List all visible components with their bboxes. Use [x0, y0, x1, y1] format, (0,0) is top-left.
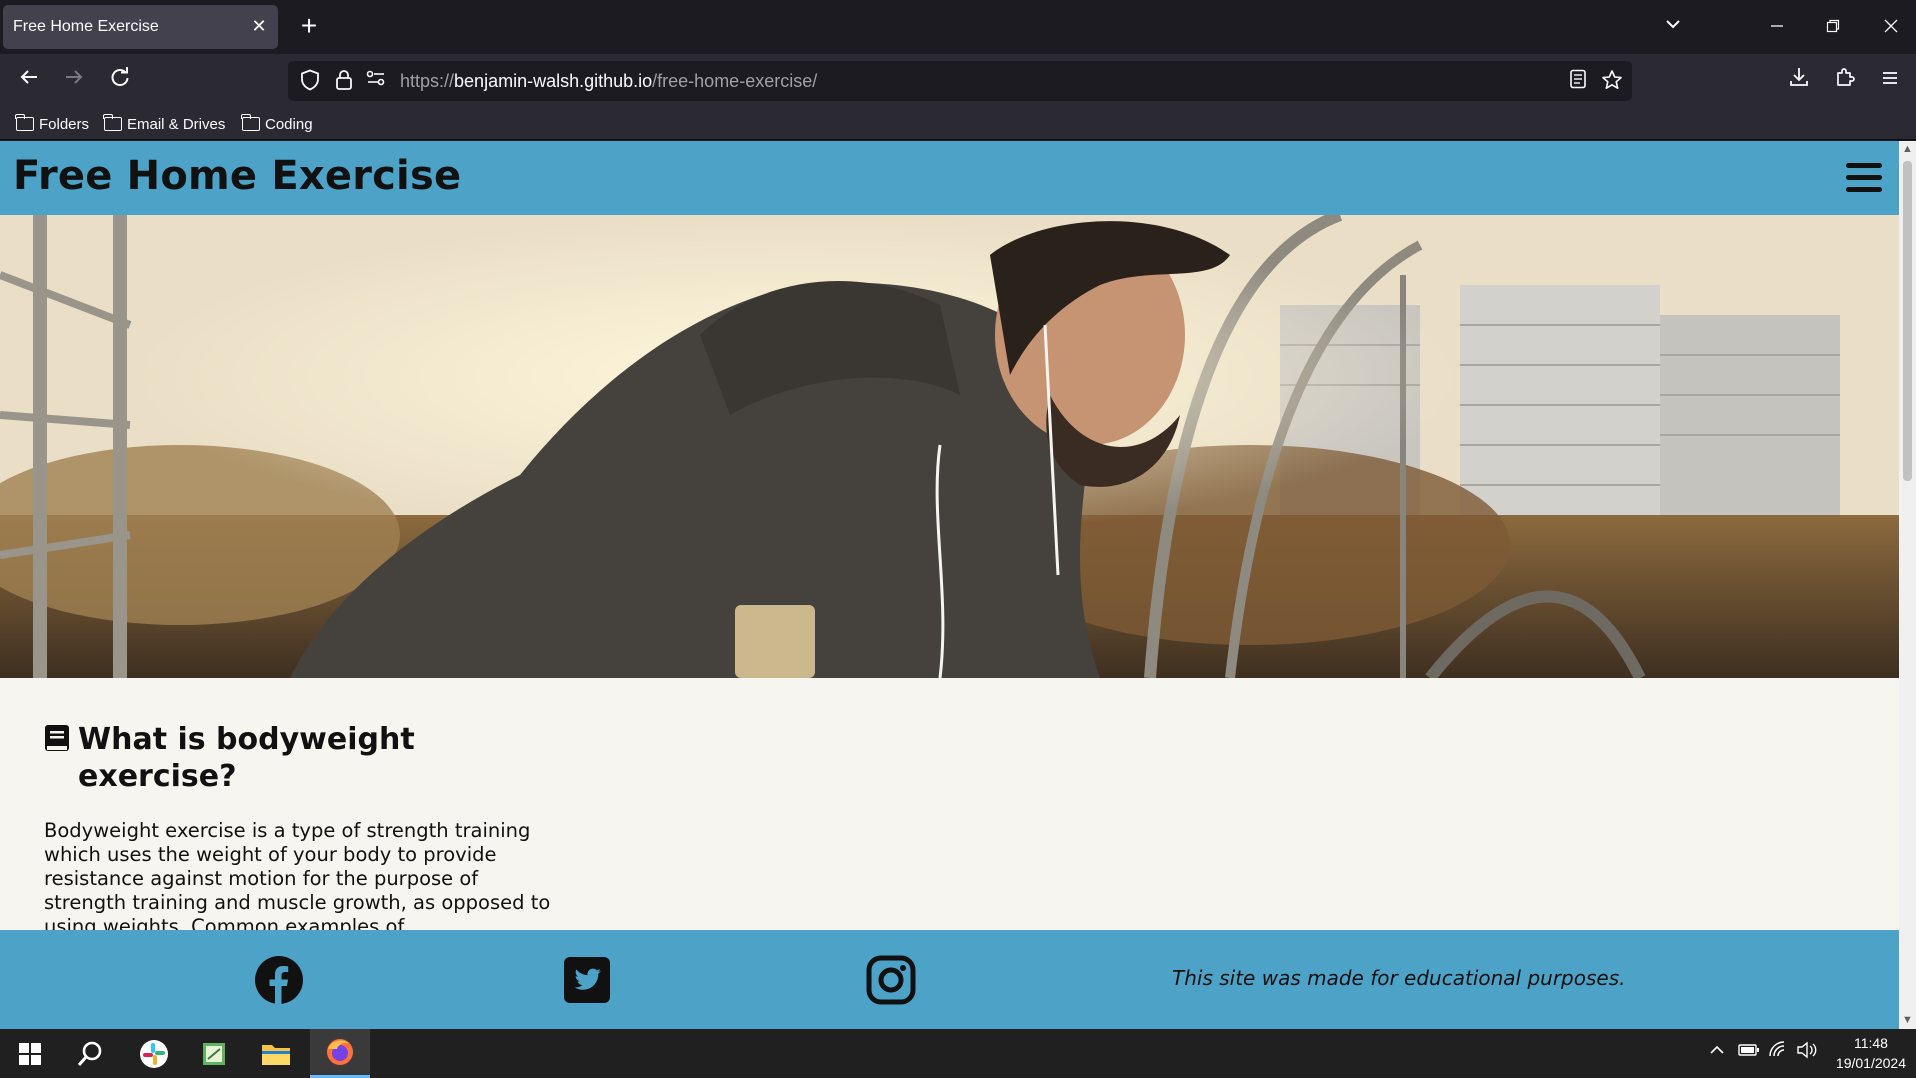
new-tab-button[interactable]: +: [292, 10, 326, 44]
facebook-icon[interactable]: [254, 955, 304, 1005]
menu-icon[interactable]: [1873, 64, 1907, 98]
restore-icon[interactable]: [1808, 8, 1858, 46]
bookmark-star-icon[interactable]: [1600, 69, 1624, 93]
firefox-icon[interactable]: [310, 1029, 370, 1078]
scroll-up-icon[interactable]: ▲: [1899, 141, 1916, 158]
reader-view-icon[interactable]: [1566, 69, 1590, 93]
tab-title: Free Home Exercise: [13, 18, 159, 35]
volume-icon[interactable]: [1796, 1041, 1818, 1063]
url-path: /free-home-exercise/: [652, 71, 818, 91]
taskbar: 11:48 19/01/2024: [0, 1029, 1916, 1078]
site-title[interactable]: Free Home Exercise: [13, 153, 461, 199]
reload-icon[interactable]: [103, 64, 137, 98]
bookmarks-toolbar: Folders Email & Drives Coding: [0, 108, 1916, 140]
url-scheme: https://: [400, 71, 455, 91]
forward-icon[interactable]: [57, 64, 91, 98]
battery-icon[interactable]: [1738, 1041, 1760, 1063]
hamburger-menu-icon[interactable]: [1846, 163, 1882, 193]
site-header: Free Home Exercise: [0, 141, 1899, 215]
show-hidden-icons-icon[interactable]: [1708, 1041, 1726, 1063]
folder-icon: [103, 114, 122, 131]
tab-close-icon[interactable]: ✕: [248, 15, 270, 37]
site-footer: This site was made for educational purpo…: [0, 930, 1899, 1029]
shield-icon[interactable]: [298, 69, 322, 93]
folder-icon: [241, 114, 260, 131]
bookmark-label: Email & Drives: [127, 115, 226, 133]
bookmark-folders[interactable]: Folders: [15, 113, 90, 135]
page-viewport: Free Home Exercise What is bodyweight ex…: [0, 141, 1916, 1029]
clock-time: 11:48: [1853, 1035, 1888, 1051]
clock-date: 19/01/2024: [1835, 1055, 1906, 1071]
network-icon[interactable]: [1768, 1041, 1788, 1063]
intro-section: What is bodyweight exercise? Bodyweight …: [44, 721, 564, 939]
back-icon[interactable]: [12, 64, 46, 98]
footer-note: This site was made for educational purpo…: [1172, 966, 1626, 990]
minimize-icon[interactable]: [1752, 8, 1802, 46]
navigation-toolbar: https://benjamin-walsh.github.io/free-ho…: [0, 54, 1916, 108]
twitter-icon[interactable]: [562, 955, 612, 1005]
bookmark-coding[interactable]: Coding: [241, 113, 313, 135]
folder-icon: [15, 114, 34, 131]
section-heading: What is bodyweight exercise?: [44, 721, 564, 795]
instagram-icon[interactable]: [866, 955, 916, 1005]
url-host: benjamin-walsh.github.io: [454, 71, 653, 91]
lock-icon[interactable]: [332, 69, 356, 93]
permissions-icon[interactable]: [364, 69, 388, 93]
url-bar[interactable]: https://benjamin-walsh.github.io/free-ho…: [288, 61, 1632, 101]
tab-strip: Free Home Exercise ✕ +: [0, 0, 1916, 54]
extensions-icon[interactable]: [1828, 64, 1862, 98]
bookmark-label: Folders: [39, 115, 90, 133]
browser-tab[interactable]: Free Home Exercise ✕: [3, 5, 278, 49]
file-explorer-icon[interactable]: [246, 1029, 306, 1078]
scroll-down-icon[interactable]: ▼: [1899, 1012, 1916, 1029]
notepad-icon[interactable]: [184, 1029, 244, 1078]
downloads-icon[interactable]: [1782, 64, 1816, 98]
slack-icon[interactable]: [124, 1029, 184, 1078]
page-scrollbar[interactable]: ▲ ▼: [1899, 141, 1916, 1029]
section-heading-text: What is bodyweight exercise?: [78, 722, 415, 794]
section-body: Bodyweight exercise is a type of strengt…: [44, 819, 551, 938]
book-icon: [45, 725, 69, 751]
scroll-thumb[interactable]: [1903, 161, 1912, 481]
bookmark-email-drives[interactable]: Email & Drives: [103, 113, 226, 135]
url-text[interactable]: https://benjamin-walsh.github.io/free-ho…: [400, 71, 817, 92]
search-icon[interactable]: [60, 1029, 120, 1078]
windows-start-icon[interactable]: [0, 1029, 60, 1078]
list-all-tabs-icon[interactable]: [1648, 8, 1698, 46]
system-clock[interactable]: 11:48 19/01/2024: [1836, 1033, 1906, 1073]
close-window-icon[interactable]: [1866, 8, 1916, 46]
hero-image: [0, 215, 1899, 678]
bookmark-label: Coding: [265, 115, 313, 133]
